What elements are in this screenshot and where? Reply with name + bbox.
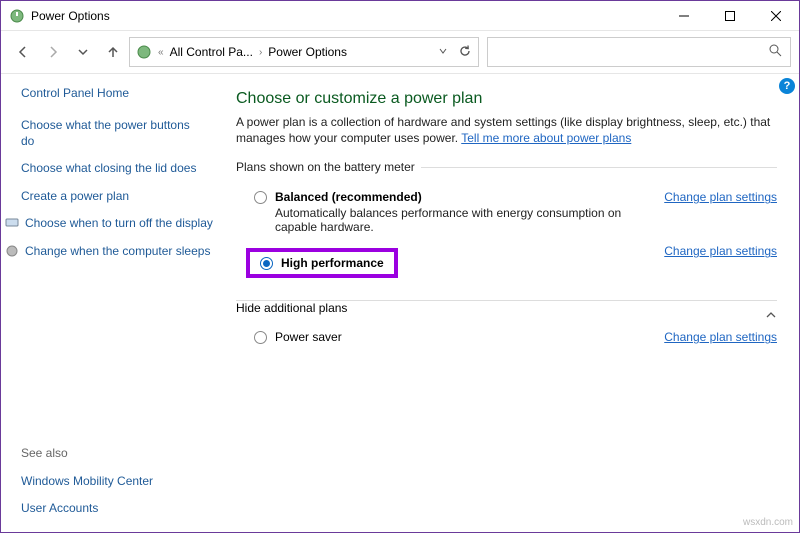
change-settings-balanced[interactable]: Change plan settings [664, 190, 777, 204]
plans-group: Plans shown on the battery meter Balance… [236, 160, 777, 286]
sleep-icon [5, 244, 19, 258]
watermark: wsxdn.com [743, 517, 793, 528]
sidebar-link-user-accounts[interactable]: User Accounts [21, 501, 206, 517]
plan-balanced-desc: Automatically balances performance with … [275, 206, 654, 234]
address-bar[interactable]: « All Control Pa... › Power Options [129, 37, 479, 67]
maximize-button[interactable] [707, 1, 753, 31]
forward-button[interactable] [39, 38, 67, 66]
search-input[interactable] [487, 37, 791, 67]
titlebar: Power Options [1, 1, 799, 31]
sidebar-link-create-plan[interactable]: Create a power plan [21, 189, 206, 205]
plan-power-saver[interactable]: Power saver Change plan settings [236, 324, 777, 348]
search-icon [769, 44, 782, 60]
sidebar-link-power-buttons[interactable]: Choose what the power buttons do [21, 118, 206, 149]
plan-high-performance[interactable]: High performance [246, 248, 398, 278]
control-panel-icon [136, 44, 152, 60]
radio-balanced[interactable] [254, 191, 267, 204]
chevron-left-icon: « [158, 47, 164, 58]
chevron-right-icon: › [259, 47, 262, 58]
plans-group-label: Plans shown on the battery meter [236, 160, 421, 174]
plan-saver-title: Power saver [275, 330, 654, 344]
see-also-heading: See also [21, 446, 206, 460]
control-panel-icon [9, 8, 25, 24]
plan-balanced-title: Balanced (recommended) [275, 190, 654, 204]
refresh-button[interactable] [458, 44, 472, 61]
page-description: A power plan is a collection of hardware… [236, 114, 777, 146]
radio-high-performance[interactable] [260, 257, 273, 270]
radio-power-saver[interactable] [254, 331, 267, 344]
control-panel-home-link[interactable]: Control Panel Home [21, 86, 206, 100]
up-button[interactable] [99, 38, 127, 66]
page-heading: Choose or customize a power plan [236, 90, 777, 108]
main-panel: Choose or customize a power plan A power… [216, 74, 799, 533]
hide-additional-plans[interactable]: Hide additional plans [236, 300, 777, 324]
dropdown-icon[interactable] [438, 45, 448, 59]
breadcrumb-level2[interactable]: Power Options [268, 45, 347, 59]
sidebar-link-turn-off-display[interactable]: Choose when to turn off the display [25, 216, 213, 232]
plan-high-title: High performance [281, 256, 384, 270]
minimize-button[interactable] [661, 1, 707, 31]
recent-locations-button[interactable] [69, 38, 97, 66]
change-settings-high[interactable]: Change plan settings [664, 244, 777, 258]
collapse-icon[interactable] [765, 309, 777, 324]
change-settings-saver[interactable]: Change plan settings [664, 330, 777, 344]
sidebar: Control Panel Home Choose what the power… [1, 74, 216, 533]
plan-balanced[interactable]: Balanced (recommended) Automatically bal… [236, 184, 777, 238]
plan-high-performance-row: High performance Change plan settings [236, 238, 777, 286]
learn-more-link[interactable]: Tell me more about power plans [461, 131, 631, 145]
hide-additional-label: Hide additional plans [236, 301, 355, 315]
display-off-icon [5, 216, 19, 230]
content-body: ? Control Panel Home Choose what the pow… [1, 74, 799, 533]
breadcrumb-level1[interactable]: All Control Pa... [170, 45, 253, 59]
sidebar-link-closing-lid[interactable]: Choose what closing the lid does [21, 161, 206, 177]
navbar: « All Control Pa... › Power Options [1, 31, 799, 74]
close-button[interactable] [753, 1, 799, 31]
sidebar-link-mobility-center[interactable]: Windows Mobility Center [21, 474, 206, 490]
sidebar-link-computer-sleeps[interactable]: Change when the computer sleeps [25, 244, 210, 260]
window-title: Power Options [31, 9, 661, 23]
back-button[interactable] [9, 38, 37, 66]
